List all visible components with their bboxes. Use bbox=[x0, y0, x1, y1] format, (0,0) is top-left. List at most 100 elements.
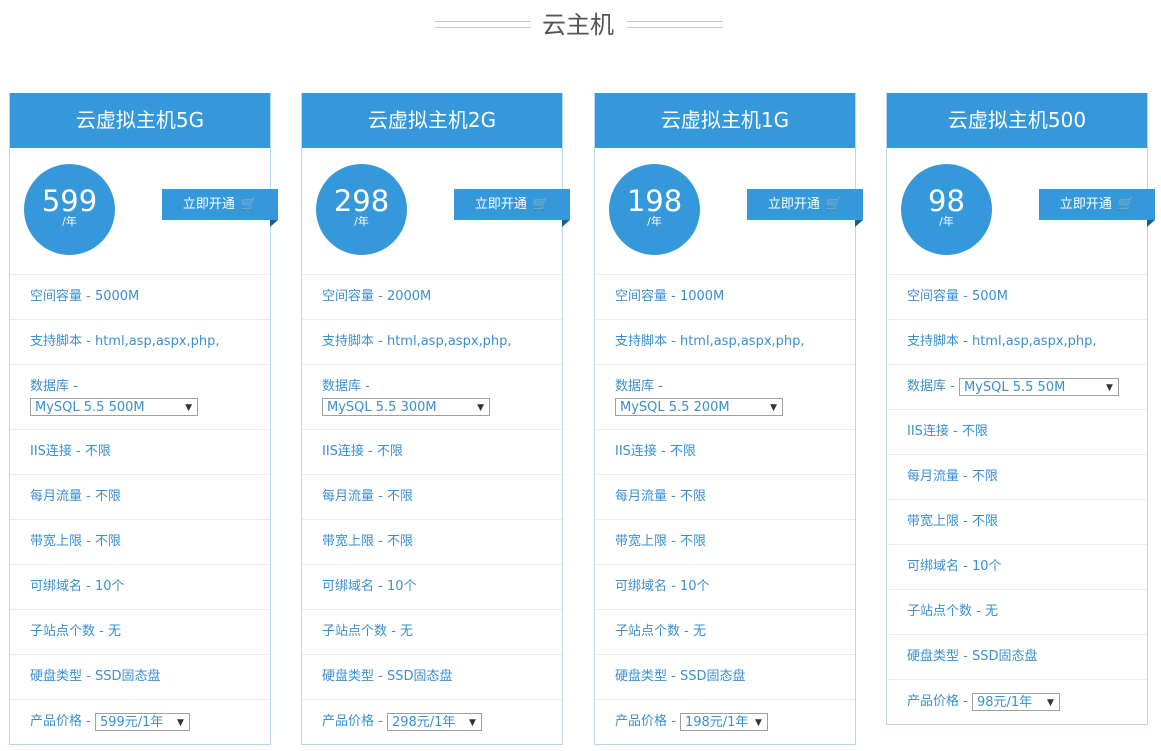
triangle-down-icon: ▼ bbox=[1047, 697, 1054, 708]
title-divider-left bbox=[435, 21, 531, 28]
buy-now-label: 立即开通 bbox=[767, 197, 820, 212]
button-fold-corner bbox=[270, 220, 278, 227]
shopping-cart-icon: 🛒 bbox=[532, 197, 550, 212]
spec-space: 空间容量 - 1000M bbox=[595, 275, 855, 320]
price-label: 产品价格 - bbox=[30, 714, 91, 729]
spec-subsites: 子站点个数 - 无 bbox=[595, 610, 855, 655]
spec-disk: 硬盘类型 - SSD固态盘 bbox=[887, 635, 1147, 680]
database-label: 数据库 - bbox=[322, 379, 370, 394]
spec-space: 空间容量 - 500M bbox=[887, 275, 1147, 320]
spec-traffic: 每月流量 - 不限 bbox=[887, 455, 1147, 500]
price-badge: 98 /年 bbox=[901, 164, 992, 255]
button-fold-corner bbox=[1147, 220, 1155, 227]
section-header: 云主机 bbox=[0, 0, 1161, 50]
price-select-value: 599元/1年 bbox=[99, 714, 164, 730]
price-area: 298 /年 立即开通 🛒 bbox=[302, 148, 570, 275]
database-select[interactable]: MySQL 5.5 50M ▼ bbox=[958, 377, 1119, 396]
price-unit: /年 bbox=[354, 215, 369, 228]
price-select[interactable]: 599元/1年 ▼ bbox=[94, 712, 190, 731]
spec-domains: 可绑域名 - 10个 bbox=[887, 545, 1147, 590]
plan-card-5g: 云虚拟主机5G 599 /年 立即开通 🛒 空间容量 - 5000M 支持脚本 -… bbox=[9, 93, 278, 745]
price-badge: 198 /年 bbox=[609, 164, 700, 255]
spec-price: 产品价格 - 98元/1年 ▼ bbox=[887, 680, 1147, 724]
buy-now-button[interactable]: 立即开通 🛒 bbox=[454, 189, 570, 220]
triangle-down-icon: ▼ bbox=[177, 717, 184, 728]
price-select-value: 98元/1年 bbox=[976, 694, 1033, 710]
plan-card-1g: 云虚拟主机1G 198 /年 立即开通 🛒 空间容量 - 1000M 支持脚本 -… bbox=[594, 93, 863, 745]
spec-traffic: 每月流量 - 不限 bbox=[595, 475, 855, 520]
price-unit: /年 bbox=[939, 215, 954, 228]
spec-disk: 硬盘类型 - SSD固态盘 bbox=[302, 655, 562, 700]
database-select[interactable]: MySQL 5.5 500M ▼ bbox=[30, 397, 198, 416]
spec-database: 数据库 - MySQL 5.5 500M ▼ bbox=[10, 365, 270, 430]
spec-price: 产品价格 - 599元/1年 ▼ bbox=[10, 700, 270, 744]
triangle-down-icon: ▼ bbox=[477, 402, 484, 413]
price-area: 599 /年 立即开通 🛒 bbox=[10, 148, 278, 275]
buy-now-label: 立即开通 bbox=[1059, 197, 1112, 212]
buy-now-button[interactable]: 立即开通 🛒 bbox=[162, 189, 278, 220]
spec-disk: 硬盘类型 - SSD固态盘 bbox=[595, 655, 855, 700]
price-label: 产品价格 - bbox=[907, 694, 968, 709]
price-select-value: 198元/1年 bbox=[684, 714, 749, 730]
spec-database: 数据库 - MySQL 5.5 50M ▼ bbox=[887, 365, 1147, 410]
database-select[interactable]: MySQL 5.5 200M ▼ bbox=[615, 397, 783, 416]
buy-now-button[interactable]: 立即开通 🛒 bbox=[1039, 189, 1155, 220]
triangle-down-icon: ▼ bbox=[770, 402, 777, 413]
buy-now-label: 立即开通 bbox=[182, 197, 235, 212]
spec-script: 支持脚本 - html,asp,aspx,php, bbox=[595, 320, 855, 365]
spec-space: 空间容量 - 2000M bbox=[302, 275, 562, 320]
price-select[interactable]: 98元/1年 ▼ bbox=[971, 692, 1060, 711]
shopping-cart-icon: 🛒 bbox=[240, 197, 258, 212]
price-area: 198 /年 立即开通 🛒 bbox=[595, 148, 863, 275]
spec-script: 支持脚本 - html,asp,aspx,php, bbox=[887, 320, 1147, 365]
spec-database: 数据库 - MySQL 5.5 200M ▼ bbox=[595, 365, 855, 430]
price-label: 产品价格 - bbox=[615, 714, 676, 729]
button-fold-corner bbox=[562, 220, 570, 227]
spec-bandwidth: 带宽上限 - 不限 bbox=[302, 520, 562, 565]
spec-bandwidth: 带宽上限 - 不限 bbox=[10, 520, 270, 565]
spec-price: 产品价格 - 198元/1年 ▼ bbox=[595, 700, 855, 744]
spec-disk: 硬盘类型 - SSD固态盘 bbox=[10, 655, 270, 700]
spec-domains: 可绑域名 - 10个 bbox=[302, 565, 562, 610]
price-select[interactable]: 198元/1年 ▼ bbox=[679, 712, 768, 731]
section-title: 云主机 bbox=[542, 11, 614, 39]
plan-name: 云虚拟主机5G bbox=[10, 93, 270, 148]
database-select[interactable]: MySQL 5.5 300M ▼ bbox=[322, 397, 490, 416]
spec-database: 数据库 - MySQL 5.5 300M ▼ bbox=[302, 365, 562, 430]
plan-name: 云虚拟主机2G bbox=[302, 93, 562, 148]
spec-script: 支持脚本 - html,asp,aspx,php, bbox=[10, 320, 270, 365]
database-select-value: MySQL 5.5 500M bbox=[35, 399, 145, 415]
spec-script: 支持脚本 - html,asp,aspx,php, bbox=[302, 320, 562, 365]
triangle-down-icon: ▼ bbox=[1106, 382, 1113, 393]
database-label: 数据库 - bbox=[907, 379, 955, 394]
spec-iis: IIS连接 - 不限 bbox=[595, 430, 855, 475]
spec-domains: 可绑域名 - 10个 bbox=[595, 565, 855, 610]
buy-now-button[interactable]: 立即开通 🛒 bbox=[747, 189, 863, 220]
triangle-down-icon: ▼ bbox=[185, 402, 192, 413]
plan-card-2g: 云虚拟主机2G 298 /年 立即开通 🛒 空间容量 - 2000M 支持脚本 -… bbox=[301, 93, 570, 745]
database-select-value: MySQL 5.5 50M bbox=[963, 379, 1066, 395]
spec-subsites: 子站点个数 - 无 bbox=[302, 610, 562, 655]
plan-name: 云虚拟主机500 bbox=[887, 93, 1147, 148]
spec-iis: IIS连接 - 不限 bbox=[10, 430, 270, 475]
price-area: 98 /年 立即开通 🛒 bbox=[887, 148, 1155, 275]
price-label: 产品价格 - bbox=[322, 714, 383, 729]
plan-card-500: 云虚拟主机500 98 /年 立即开通 🛒 空间容量 - 500M 支持脚本 - … bbox=[886, 93, 1155, 725]
price-badge: 599 /年 bbox=[24, 164, 115, 255]
database-label: 数据库 - bbox=[30, 379, 78, 394]
price-unit: /年 bbox=[62, 215, 77, 228]
spec-bandwidth: 带宽上限 - 不限 bbox=[595, 520, 855, 565]
price-badge: 298 /年 bbox=[316, 164, 407, 255]
shopping-cart-icon: 🛒 bbox=[1117, 197, 1135, 212]
price-unit: /年 bbox=[647, 215, 662, 228]
triangle-down-icon: ▼ bbox=[469, 717, 476, 728]
price-amount: 98 bbox=[928, 184, 965, 218]
spec-subsites: 子站点个数 - 无 bbox=[10, 610, 270, 655]
price-select-value: 298元/1年 bbox=[391, 714, 456, 730]
shopping-cart-icon: 🛒 bbox=[825, 197, 843, 212]
database-select-value: MySQL 5.5 300M bbox=[327, 399, 437, 415]
spec-space: 空间容量 - 5000M bbox=[10, 275, 270, 320]
price-amount: 198 bbox=[626, 184, 683, 218]
plan-name: 云虚拟主机1G bbox=[595, 93, 855, 148]
price-select[interactable]: 298元/1年 ▼ bbox=[386, 712, 482, 731]
